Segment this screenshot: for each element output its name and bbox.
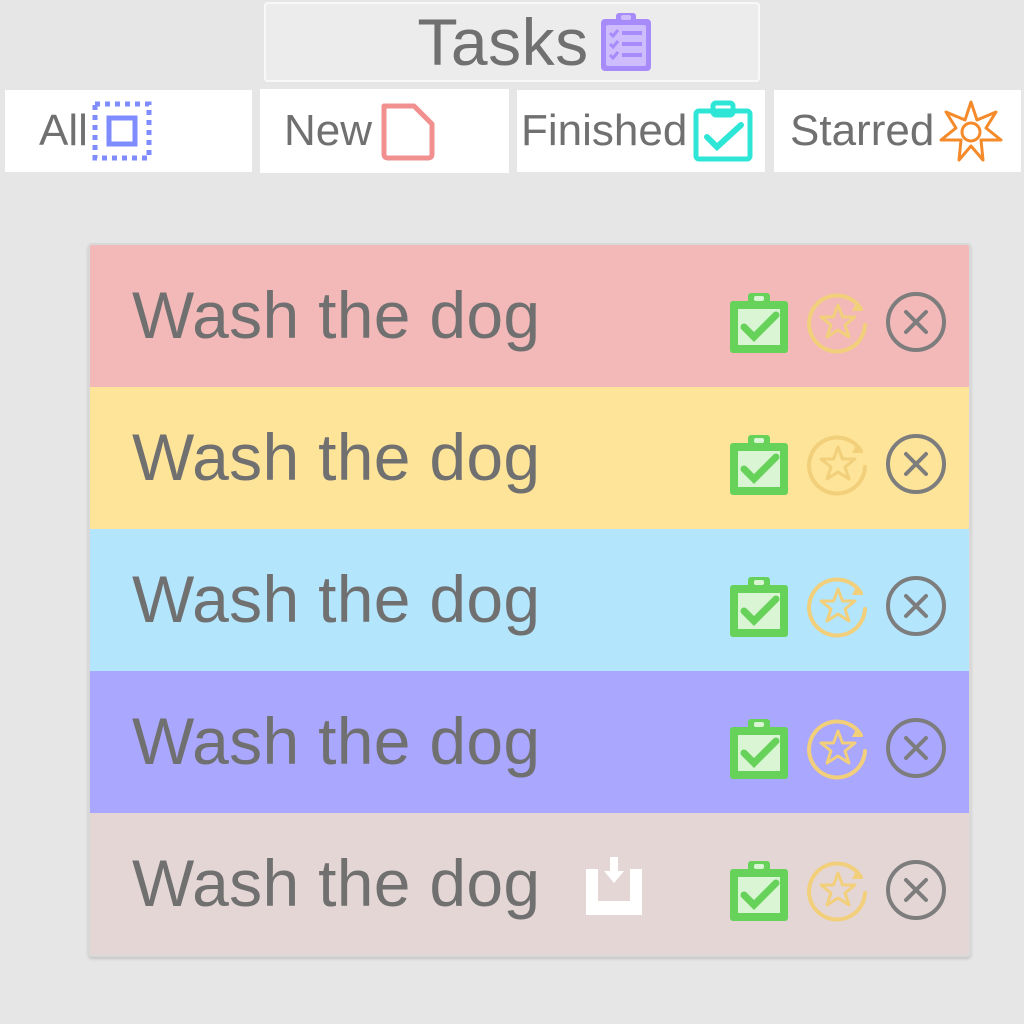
filter-tabs: All New Finished Starred <box>0 89 1024 173</box>
circled-x-icon[interactable] <box>883 857 949 923</box>
task-text: Wash the dog <box>132 278 541 352</box>
new-document-icon <box>381 103 435 161</box>
page-title: Tasks <box>417 5 589 79</box>
task-text: Wash the dog <box>132 420 541 494</box>
circled-star-icon[interactable] <box>805 289 871 355</box>
task-row[interactable]: Wash the dog <box>90 245 969 387</box>
tab-new[interactable]: New <box>260 89 509 173</box>
clipboard-check-icon[interactable] <box>726 715 792 781</box>
task-row[interactable]: Wash the dog <box>90 387 969 529</box>
clipboard-check-icon[interactable] <box>726 857 792 923</box>
circled-star-icon[interactable] <box>805 573 871 639</box>
circled-star-icon[interactable] <box>805 431 871 497</box>
circled-star-icon[interactable] <box>805 857 871 923</box>
task-text: Wash the dog <box>132 846 541 920</box>
task-actions <box>726 573 956 639</box>
tab-all[interactable]: All <box>5 90 252 172</box>
clipboard-check-icon[interactable] <box>726 431 792 497</box>
clipboard-checklist-icon <box>600 13 651 71</box>
task-row[interactable]: Wash the dog <box>90 529 969 671</box>
tab-finished-label: Finished <box>521 106 688 155</box>
tab-all-label: All <box>39 106 88 155</box>
tab-starred-label: Starred <box>790 106 935 155</box>
circled-x-icon[interactable] <box>883 573 949 639</box>
task-list: Wash the dog Wash the dog Wash the dog Wash… <box>88 243 971 957</box>
tab-starred[interactable]: Starred <box>774 90 1021 172</box>
circled-x-icon[interactable] <box>883 289 949 355</box>
save-tray-icon[interactable] <box>582 855 646 919</box>
tab-finished[interactable]: Finished <box>517 90 765 172</box>
clipboard-check-icon[interactable] <box>726 289 792 355</box>
task-row[interactable]: Wash the dog <box>90 813 969 955</box>
clipboard-check-icon[interactable] <box>726 573 792 639</box>
circled-star-icon[interactable] <box>805 715 871 781</box>
circled-x-icon[interactable] <box>883 715 949 781</box>
task-row[interactable]: Wash the dog <box>90 671 969 813</box>
task-actions <box>726 715 956 781</box>
tab-new-label: New <box>284 106 373 155</box>
task-actions <box>726 289 956 355</box>
header-title-box: Tasks <box>264 2 760 82</box>
task-actions <box>726 431 956 497</box>
circled-x-icon[interactable] <box>883 431 949 497</box>
starburst-icon <box>939 100 1003 162</box>
task-actions <box>726 857 956 923</box>
task-text: Wash the dog <box>132 562 541 636</box>
select-all-icon <box>92 101 152 161</box>
clipboard-check-icon <box>693 100 753 162</box>
task-text: Wash the dog <box>132 704 541 778</box>
